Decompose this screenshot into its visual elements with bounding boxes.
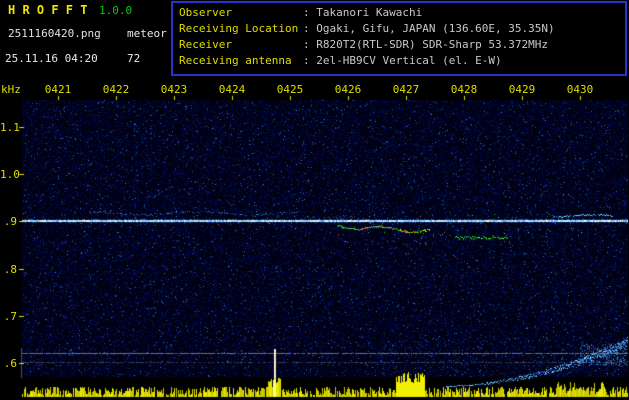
info-value-antenna: : 2el-HB9CV Vertical (el. E-W) [303, 54, 502, 67]
x-tick-label: 0422 [102, 83, 130, 96]
info-row-location: Receiving Location : Ogaki, Gifu, JAPAN … [179, 22, 625, 38]
output-filename: 2511160420.png [8, 27, 101, 40]
y-tick-label: .8 [3, 263, 17, 276]
y-tick-label: .9 [3, 215, 17, 228]
info-row-observer: Observer : Takanori Kawachi [179, 6, 625, 22]
x-tick-label: 0426 [334, 83, 362, 96]
meteor-count: 72 [127, 52, 141, 65]
x-tick-label: 0428 [450, 83, 478, 96]
info-label-location: Receiving Location [179, 22, 299, 35]
y-tick-label: .6 [3, 357, 17, 370]
x-tick-label: 0424 [218, 83, 246, 96]
info-label-receiver: Receiver [179, 38, 232, 51]
info-label-antenna: Receiving antenna [179, 54, 292, 67]
station-info-panel: Observer : Takanori Kawachi Receiving Lo… [171, 1, 627, 76]
x-tick-label: 0425 [276, 83, 304, 96]
y-tick-label: 1.1 [0, 121, 20, 134]
hrofft-window: H R O F F T 1.0.0 2511160420.png meteor … [0, 0, 629, 400]
info-value-observer: : Takanori Kawachi [303, 6, 423, 19]
y-tick-label: 1.0 [0, 168, 20, 181]
mode-label: meteor [127, 27, 167, 40]
x-tick-label: 0427 [392, 83, 420, 96]
info-row-antenna: Receiving antenna : 2el-HB9CV Vertical (… [179, 54, 625, 70]
y-axis-unit-label: kHz [1, 83, 21, 96]
x-tick-label: 0430 [566, 83, 594, 96]
info-value-receiver: : R820T2(RTL-SDR) SDR-Sharp 53.372MHz [303, 38, 549, 51]
y-tick-label: .7 [3, 310, 17, 323]
x-tick-label: 0421 [44, 83, 72, 96]
info-label-observer: Observer [179, 6, 232, 19]
x-tick-label: 0423 [160, 83, 188, 96]
info-row-receiver: Receiver : R820T2(RTL-SDR) SDR-Sharp 53.… [179, 38, 625, 54]
x-tick-label: 0429 [508, 83, 536, 96]
app-version: 1.0.0 [99, 4, 133, 17]
info-value-location: : Ogaki, Gifu, JAPAN (136.60E, 35.35N) [303, 22, 555, 35]
datetime-label: 25.11.16 04:20 [5, 52, 98, 65]
app-title: H R O F F T [8, 3, 88, 17]
